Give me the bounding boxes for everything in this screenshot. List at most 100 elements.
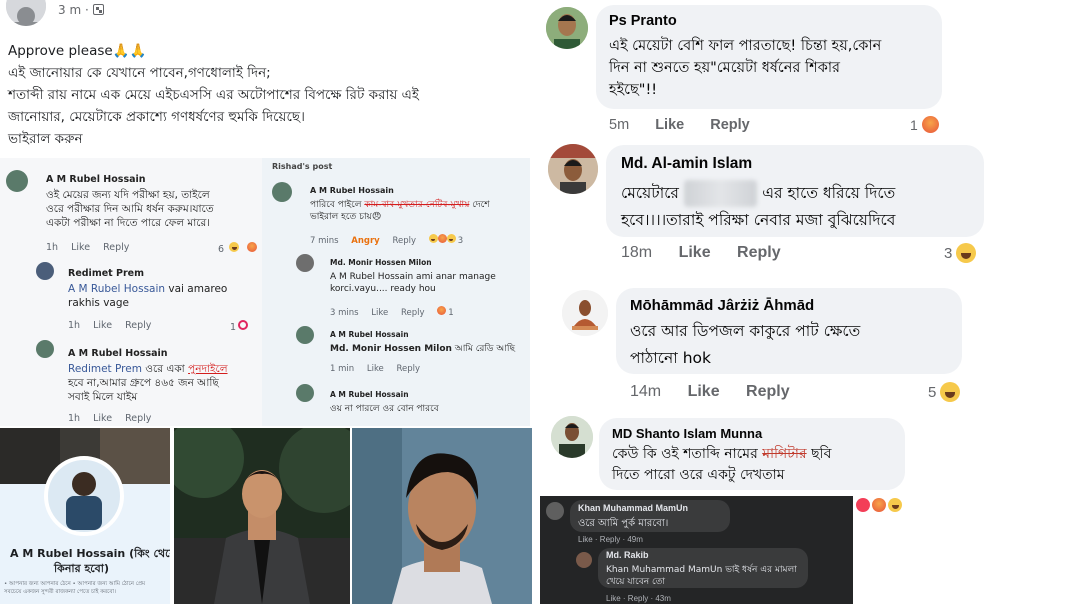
post-source-label: Rishad's post [272,162,333,171]
comment-time[interactable]: 18m [621,244,652,261]
comment-text-part: ছবি [806,446,832,462]
comment-actions: 18m Like Reply [621,244,803,262]
comment-author: Khan Muhammad MamUn [578,503,689,513]
comment-actions: 1h Like Reply [46,242,139,253]
comment-line: এই মেয়েটা বেশি ফাল পারতাছে! চিন্তা হয়,… [609,38,882,54]
reaction-count-label: 1 [448,308,454,318]
profile-name-line: A M Rubel Hossain (কিং থেকে [10,547,170,560]
comment-time: 3 mins [330,308,359,318]
profile-card-graphic [0,428,170,604]
haha-reaction-icon [229,242,240,252]
comment-line: কেউ কি ওই শতাব্দি নামের মাগিটার ছবি [612,444,831,465]
profile-bio-line: • আপনার জন্য আপনার ঠেনে • আপনার জন্য আমি… [4,581,146,587]
comment-time[interactable]: 14m [630,383,661,400]
comment-text: এই মেয়েটা বেশি ফাল পারতাছে! চিন্তা হয়,… [609,35,881,101]
reaction-summary[interactable]: 5 [928,382,961,402]
comment-time: 7 mins [310,236,339,246]
comment-actions: Like · Reply · 49m [578,535,643,544]
angry-reaction-icon [921,116,939,133]
reaction-summary[interactable]: 3 [944,243,977,263]
embedded-screenshot-a: A M Rubel Hossain ওই মেয়ের জন্য যদি পরী… [0,158,262,426]
reply-button[interactable]: Reply [746,383,790,400]
comment-line: হইছে"!! [609,82,658,98]
comment-author: A M Rubel Hossain [330,330,409,339]
comment-text: korci.vayu.... ready hou [330,284,436,294]
comment-text-part: এর হাতে ধরিয়ে দিতে [757,184,896,202]
comment-text: Md. Monir Hossen Milon আমি রেডি আছি [330,342,515,356]
profile-card-photo: A M Rubel Hossain (কিং থেকে কিনার হবো) •… [0,428,170,604]
comment-author: Md. Rakib [606,550,649,560]
reaction-count: 5 [928,383,937,401]
reaction-count-label: 3 [457,236,464,246]
like-button[interactable]: Like [679,244,711,261]
haha-reaction-icon [940,382,961,402]
reaction-summary[interactable] [856,498,902,512]
angry-reaction-icon [247,242,258,252]
crossed-out-word: মাগিটার [762,446,807,462]
reaction-summary[interactable]: 1 [910,116,939,133]
love-reaction-icon [238,320,249,330]
reply-link: Reply [396,364,421,374]
comment-actions: 5m Like Reply [609,117,772,133]
reaction-count-label: 1 [230,322,237,333]
comment-text-part: পারিবে পাইলে [310,200,365,210]
comment-author: Redimet Prem [68,268,144,279]
comment-author: A M Rubel Hossain [46,174,146,185]
comment-author-name[interactable]: Ps Pranto [609,13,677,29]
comment-line: ওরে আর ডিপজল কাকুরে পাট ক্ষেতে [630,322,861,340]
comment-time: 1h [68,320,81,331]
like-button[interactable]: Like [688,383,720,400]
comment-time[interactable]: 5m [609,117,629,133]
reaction-count: 3 [944,244,953,262]
comment-text: ওয় না পারলে ওর বোন পারবে [330,404,439,414]
post-timestamp[interactable]: 3 m · [58,3,104,17]
post-text: Approve please🙏🙏 এই জানোয়ার কে যেখানে প… [8,40,528,150]
like-link: Like [366,364,384,374]
avatar [296,384,314,402]
reply-link: Reply [392,236,416,246]
embedded-screenshot-b: Rishad's post A M Rubel Hossain পারিবে প… [262,158,530,426]
mention-link: A M Rubel Hossain [330,272,414,282]
avatar[interactable] [548,144,598,194]
avatar [546,502,564,520]
avatar[interactable] [562,290,608,336]
comment-line: হবে।।।।তারাই পরিক্ষা নেবার মজা বুঝিয়েদি… [621,211,896,229]
comment-text: ওই মেয়ের জন্য যদি পরীক্ষা হয়, তাইলে [46,189,210,201]
angry-reaction-icon [437,234,447,243]
avatar [6,170,28,192]
reply-button[interactable]: Reply [737,244,781,261]
avatar[interactable] [551,416,593,458]
comment-text-part: vai amareo [165,283,228,295]
comment-author: Md. Monir Hossen Milon [330,258,432,267]
comment-text: Redimet Prem ওরে একা পুনদাইলে [68,362,228,376]
comment-actions: 1h Like Reply [68,413,161,424]
angry-reaction-icon [872,498,886,512]
comment-text: A M Rubel Hossain vai amareo [68,282,227,296]
like-button[interactable]: Like [655,117,684,133]
reaction-count: 6 [218,242,262,255]
comment-actions: 1h Like Reply [68,320,161,331]
person-photo-graphic [352,428,532,604]
comment-line: দিতে পারো ওরে একটু দেখতাম [612,467,785,483]
avatar[interactable] [546,7,588,49]
post-author-avatar[interactable] [6,0,46,26]
reply-link: Reply [125,413,152,424]
reply-button[interactable]: Reply [710,117,750,133]
comment-text: ভাইরাল হতে চায়😠 [310,212,382,222]
comment-author-name[interactable]: Md. Al-amin Islam [621,155,752,173]
comment-author-name[interactable]: Mōhāmmād Jârżiż Āhmād [630,297,814,314]
avatar [36,262,54,280]
profile-card-name: A M Rubel Hossain (কিং থেকে কিনার হবো) [10,546,170,576]
comment-time: 1h [46,242,59,253]
like-link: Like [71,242,91,253]
comment-text: rakhis vage [68,297,129,309]
reply-link: Reply [103,242,130,253]
comment-author-name[interactable]: MD Shanto Islam Munna [612,426,762,441]
comment-line: দিন না শুনতে হয়"মেয়েটা ধর্ষনের শিকার [609,60,841,76]
reaction-count-label: 6 [218,244,225,255]
reply-link: Reply [400,308,425,318]
like-link: Like [93,320,113,331]
person-photo [174,428,350,604]
haha-reaction-icon [956,243,977,263]
comment-text-part: আমি রেডি আছি [451,344,515,354]
